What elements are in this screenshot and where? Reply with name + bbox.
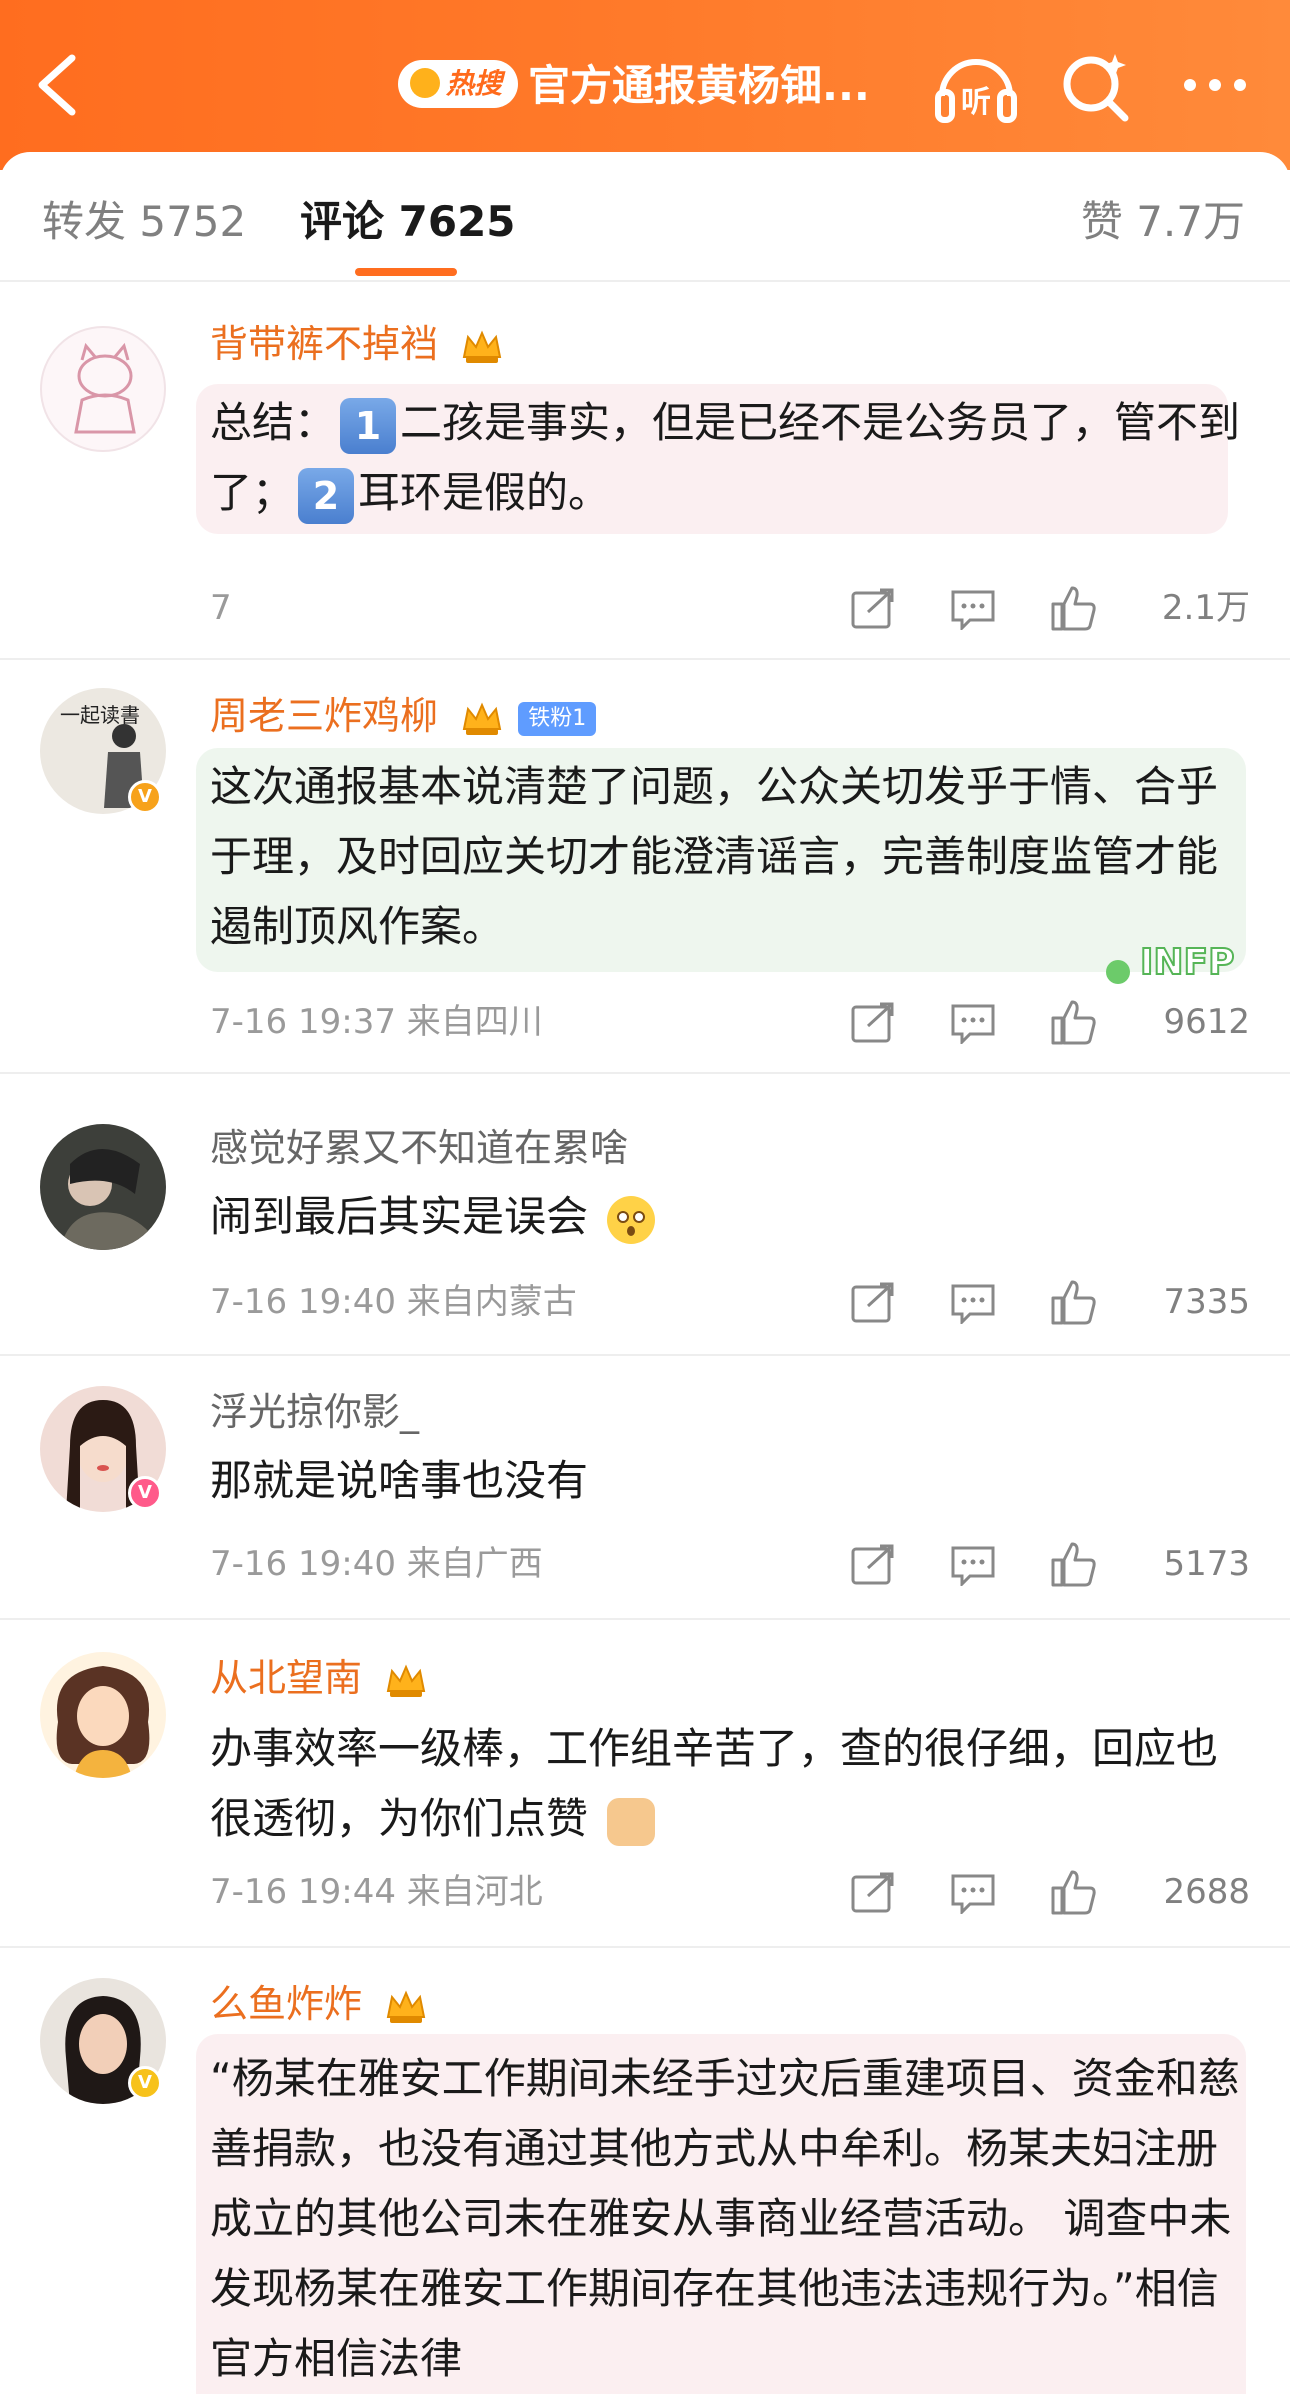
comment-username[interactable]: 么鱼炸炸 [210,1978,428,2030]
comment-text: 总结： 1 二孩是事实，但是已经不是公务员了，管不到了； 2 耳环是假的。 [210,388,1250,528]
avatar[interactable] [40,1652,166,1778]
tab-bar: 转发 5752 评论 7625 赞 7.7万 [0,152,1290,282]
share-icon[interactable] [850,1282,896,1324]
comment-meta: 7 [210,588,232,628]
comment-meta: 7-16 19:40 来自内蒙古 [210,1282,577,1322]
comment-actions: 7335 [850,1278,1250,1328]
share-icon[interactable] [850,1872,896,1914]
comment-text: 这次通报基本说清楚了问题，公众关切发乎于情、合乎于理，及时回应关切才能澄清谣言，… [210,762,1219,951]
comment-text: 办事效率一级棒，工作组辛苦了，查的很仔细，回应也很透彻，为你们点赞 [210,1714,1250,1854]
comment-icon[interactable] [950,1282,996,1324]
top-bar: 热搜 官方通报黄杨钿... 听 [0,0,1290,170]
comment-username[interactable]: 从北望南 [210,1652,428,1704]
like-icon[interactable] [1050,584,1098,632]
comment-actions: 2688 [850,1868,1250,1918]
avatar[interactable] [40,326,166,452]
page-title[interactable]: 官方通报黄杨钿... [528,56,870,116]
avatar[interactable] [40,1124,166,1250]
listen-icon[interactable]: 听 [932,46,1020,126]
share-icon[interactable] [850,1544,896,1586]
tab-comment[interactable]: 评论 7625 [300,192,516,252]
infp-sticker-label: INFP [1140,942,1235,983]
comment-meta: 7-16 19:44 来自河北 [210,1872,543,1912]
fan-badge: 铁粉1 [518,701,597,736]
comment-icon[interactable] [950,1002,996,1044]
comment-username[interactable]: 感觉好累又不知道在累啥 [210,1122,628,1174]
like-icon[interactable] [1050,1868,1098,1916]
comment-actions: 2.1万 [850,584,1250,634]
thumbs-up-emoji-icon [607,1797,656,1846]
comment-icon[interactable] [950,1872,996,1914]
share-icon[interactable] [850,588,896,630]
verified-icon: V [128,780,162,814]
comment-username[interactable]: 背带裤不掉裆 [210,318,504,370]
crown-icon [386,1989,426,2023]
flushed-emoji-icon [607,1195,656,1244]
tab-indicator [355,268,457,276]
search-icon[interactable] [1055,46,1135,126]
comment-item: V 么鱼炸炸 “杨某在雅安工作期间未经手过灾后重建项目、资金和慈善捐款，也没有通… [0,1948,1290,2394]
comment-username[interactable]: 浮光掠你影_ [210,1386,419,1438]
like-icon[interactable] [1050,1278,1098,1326]
comment-actions: 5173 [850,1540,1250,1590]
tab-like[interactable]: 赞 7.7万 [1081,192,1245,252]
more-icon[interactable] [1180,70,1250,100]
crown-icon [462,329,502,363]
comment-icon[interactable] [950,588,996,630]
verified-icon: V [128,2066,162,2100]
comment-icon[interactable] [950,1544,996,1586]
comment-actions: 9612 [850,998,1250,1048]
comment-item: 从北望南 办事效率一级棒，工作组辛苦了，查的很仔细，回应也很透彻，为你们点赞 7… [0,1620,1290,1948]
keycap-1-icon: 1 [340,397,397,454]
crown-icon [462,701,502,735]
listen-label: 听 [961,85,991,120]
comment-text: “杨某在雅安工作期间未经手过灾后重建项目、资金和慈善捐款，也没有通过其他方式从中… [210,2054,1240,2383]
like-count: 2688 [1163,1872,1250,1912]
comment-item: 感觉好累又不知道在累啥 闹到最后其实是误会 7-16 19:40 来自内蒙古 7… [0,1074,1290,1356]
comment-username[interactable]: 周老三炸鸡柳 铁粉1 [210,690,597,742]
share-icon[interactable] [850,1002,896,1044]
comment-item: 一起读書 V 周老三炸鸡柳 铁粉1 这次通报基本说清楚了问题，公众关切发乎于情、… [0,660,1290,1074]
like-count: 7335 [1163,1282,1250,1322]
tab-repost[interactable]: 转发 5752 [42,192,246,252]
hot-search-icon [410,68,440,98]
hot-search-label: 热搜 [446,67,503,100]
hot-search-badge[interactable]: 热搜 [398,60,519,108]
comment-meta: 7-16 19:37 来自四川 [210,1002,543,1042]
comment-item: 背带裤不掉裆 总结： 1 二孩是事实，但是已经不是公务员了，管不到了； 2 耳环是假的。… [0,284,1290,660]
comment-item: V 浮光掠你影_ 那就是说啥事也没有 7-16 19:40 来自广西 5173 [0,1356,1290,1620]
crown-icon [386,1663,426,1697]
comment-text: 闹到最后其实是误会 [210,1182,1250,1252]
like-icon[interactable] [1050,1540,1098,1588]
like-icon[interactable] [1050,998,1098,1046]
comment-text: 那就是说啥事也没有 [210,1456,589,1505]
avatar-caption: 一起读書 [60,703,140,727]
back-icon[interactable] [30,50,90,120]
infp-sticker-icon: INFP [1106,941,1236,984]
keycap-2-icon: 2 [298,467,355,524]
comment-meta: 7-16 19:40 来自广西 [210,1544,543,1584]
like-count: 2.1万 [1161,588,1250,628]
like-count: 9612 [1163,1002,1250,1042]
verified-icon: V [128,1476,162,1510]
like-count: 5173 [1163,1544,1250,1584]
